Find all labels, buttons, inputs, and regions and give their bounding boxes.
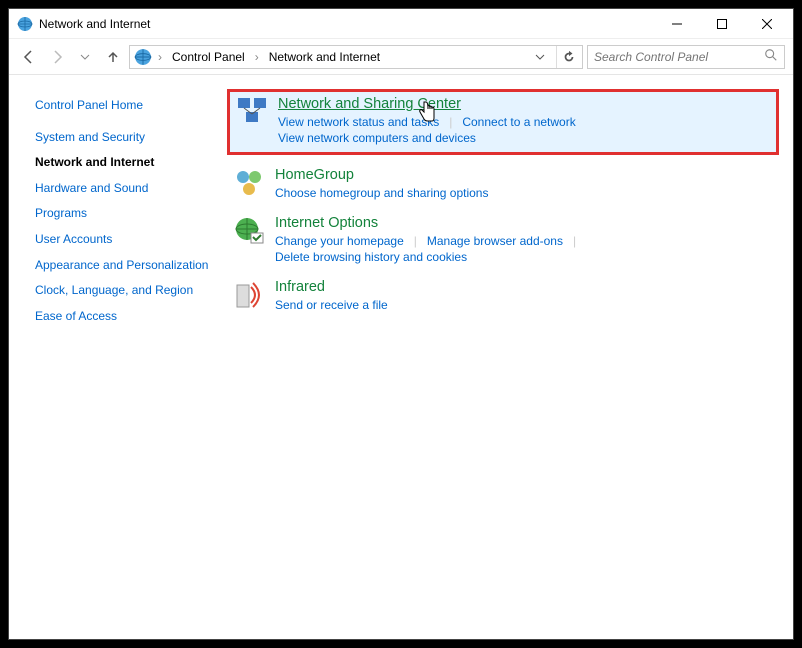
category-title-network-sharing-center[interactable]: Network and Sharing Center bbox=[278, 96, 461, 114]
sidebar-item-system-security[interactable]: System and Security bbox=[35, 125, 215, 151]
window-controls bbox=[654, 10, 789, 38]
sidebar-item-network-internet[interactable]: Network and Internet bbox=[35, 150, 215, 176]
titlebar: Network and Internet bbox=[9, 9, 793, 39]
chevron-right-icon[interactable]: › bbox=[253, 50, 261, 64]
sublink-view-network-status[interactable]: View network status and tasks bbox=[278, 114, 439, 130]
breadcrumb-current[interactable]: Network and Internet bbox=[265, 48, 384, 66]
sublink-send-receive-file[interactable]: Send or receive a file bbox=[275, 297, 388, 313]
sidebar-item-ease-of-access[interactable]: Ease of Access bbox=[35, 304, 215, 330]
separator: | bbox=[439, 115, 462, 129]
network-internet-icon bbox=[17, 16, 33, 32]
address-bar[interactable]: › Control Panel › Network and Internet bbox=[129, 45, 583, 69]
network-internet-icon bbox=[134, 48, 152, 66]
sidebar-item-hardware-sound[interactable]: Hardware and Sound bbox=[35, 176, 215, 202]
category-title-homegroup[interactable]: HomeGroup bbox=[275, 167, 354, 185]
control-panel-window: Network and Internet › Control Panel › bbox=[8, 8, 794, 640]
close-button[interactable] bbox=[744, 10, 789, 38]
back-button[interactable] bbox=[17, 45, 41, 69]
separator: | bbox=[404, 234, 427, 248]
sublink-choose-homegroup-options[interactable]: Choose homegroup and sharing options bbox=[275, 185, 488, 201]
breadcrumb-root[interactable]: Control Panel bbox=[168, 48, 249, 66]
content-area: Control Panel Home System and Security N… bbox=[9, 75, 793, 639]
forward-button[interactable] bbox=[45, 45, 69, 69]
main-panel: Network and Sharing Center View network … bbox=[225, 87, 793, 639]
sublink-change-homepage[interactable]: Change your homepage bbox=[275, 233, 404, 249]
sidebar-item-appearance-personalization[interactable]: Appearance and Personalization bbox=[35, 253, 215, 279]
chevron-right-icon[interactable]: › bbox=[156, 50, 164, 64]
search-box[interactable] bbox=[587, 45, 785, 69]
sidebar-item-clock-language-region[interactable]: Clock, Language, and Region bbox=[35, 278, 215, 304]
sublink-delete-browsing-history[interactable]: Delete browsing history and cookies bbox=[275, 249, 467, 265]
sublink-view-network-computers[interactable]: View network computers and devices bbox=[278, 130, 476, 146]
category-internet-options: Internet Options Change your homepage | … bbox=[225, 209, 785, 273]
search-input[interactable] bbox=[594, 50, 764, 64]
category-title-internet-options[interactable]: Internet Options bbox=[275, 215, 378, 233]
sidebar-item-programs[interactable]: Programs bbox=[35, 201, 215, 227]
recent-dropdown-icon[interactable] bbox=[73, 45, 97, 69]
internet-options-icon[interactable] bbox=[233, 215, 265, 247]
network-sharing-center-icon[interactable] bbox=[236, 96, 268, 128]
category-network-sharing-center: Network and Sharing Center View network … bbox=[227, 89, 779, 155]
category-title-infrared[interactable]: Infrared bbox=[275, 279, 325, 297]
sidebar-item-user-accounts[interactable]: User Accounts bbox=[35, 227, 215, 253]
refresh-button[interactable] bbox=[556, 46, 580, 68]
sidebar-item-control-panel-home[interactable]: Control Panel Home bbox=[35, 93, 215, 119]
navbar: › Control Panel › Network and Internet bbox=[9, 39, 793, 75]
infrared-icon[interactable] bbox=[233, 279, 265, 311]
maximize-button[interactable] bbox=[699, 10, 744, 38]
sublink-manage-addons[interactable]: Manage browser add-ons bbox=[427, 233, 563, 249]
separator: | bbox=[563, 234, 586, 248]
chevron-down-icon[interactable] bbox=[532, 45, 548, 69]
category-infrared: Infrared Send or receive a file bbox=[225, 273, 785, 321]
up-button[interactable] bbox=[101, 45, 125, 69]
search-icon[interactable] bbox=[764, 48, 778, 65]
sublink-connect-to-network[interactable]: Connect to a network bbox=[462, 114, 575, 130]
category-homegroup: HomeGroup Choose homegroup and sharing o… bbox=[225, 161, 785, 209]
minimize-button[interactable] bbox=[654, 10, 699, 38]
sidebar: Control Panel Home System and Security N… bbox=[9, 87, 225, 639]
window-title: Network and Internet bbox=[39, 17, 654, 31]
homegroup-icon[interactable] bbox=[233, 167, 265, 199]
